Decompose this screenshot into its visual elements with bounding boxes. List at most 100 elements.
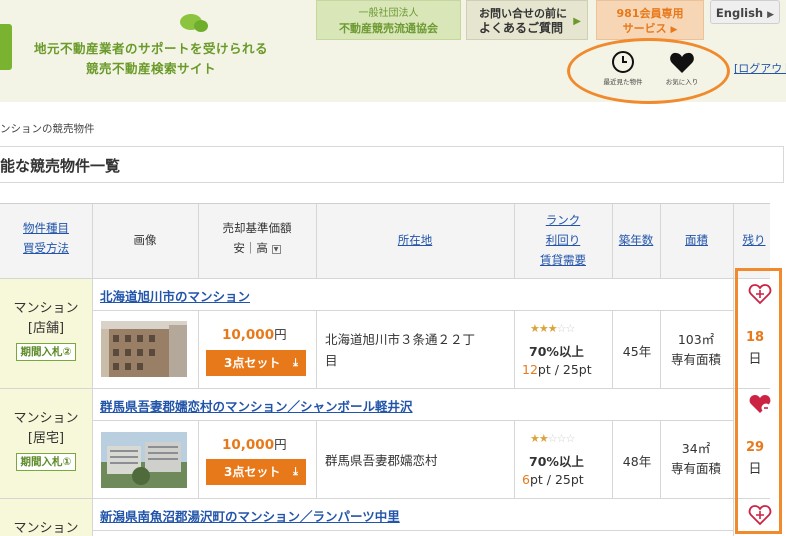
table-divider	[612, 310, 613, 388]
listing-2-price: 10,000円	[222, 434, 287, 453]
listing-2-price-value: 10,000	[222, 437, 275, 453]
faq-label: よくあるご質問	[479, 21, 564, 35]
listing-2-thumbnail[interactable]	[101, 432, 187, 488]
table-divider	[733, 204, 734, 536]
listing-1-title-link[interactable]: 北海道旭川市のマンション	[100, 286, 250, 305]
table-divider	[612, 420, 613, 498]
arrow-right-icon: ▶	[767, 10, 775, 20]
price-header-label: 売却基準価額	[222, 221, 292, 235]
listing-2-address: 群馬県吾妻郡嬬恋村	[325, 450, 438, 471]
price-sort-toggle[interactable]: 安｜高	[233, 241, 268, 255]
listing-1-rental-demand: 12pt / 25pt	[522, 362, 592, 377]
table-divider	[612, 204, 613, 278]
listing-2-area: 34㎡ 専有面積	[662, 439, 730, 479]
breadcrumb[interactable]: ンションの競売物件	[0, 121, 95, 136]
table-divider	[514, 204, 515, 278]
english-button[interactable]: English ▶	[710, 0, 780, 24]
listing-2-points-suffix: pt / 25pt	[529, 472, 584, 487]
annotation-rectangle	[735, 268, 782, 534]
listing-2-type-cell: マンション [居宅] 期間入札①	[0, 389, 92, 498]
star-filled-icon: ★★	[530, 432, 549, 445]
column-header-age[interactable]: 築年数	[612, 230, 660, 250]
listing-1-area-value: 103㎡	[677, 332, 715, 347]
listing-1-price-value: 10,000	[222, 327, 275, 343]
listing-2-document-set-button[interactable]: 3点セット ⤓	[206, 459, 306, 485]
listing-1-price: 10,000円	[222, 324, 287, 343]
association-label: 不動産競売流通協会	[339, 22, 438, 35]
table-divider	[92, 204, 93, 536]
association-label-small: 一般社団法人	[358, 8, 419, 19]
listing-2-rental-demand: 6pt / 25pt	[522, 472, 584, 487]
table-divider	[0, 278, 770, 279]
star-empty-icon: ☆☆☆	[547, 432, 576, 445]
association-link[interactable]: 一般社団法人 不動産競売流通協会	[316, 0, 461, 40]
listing-1-type-cell: マンション [店舗] 期間入札②	[0, 279, 92, 388]
star-empty-icon: ☆☆	[556, 322, 576, 335]
yield-header-label[interactable]: 利回り	[514, 230, 612, 250]
listing-3-type-cell: マンション	[0, 499, 92, 536]
faq-link[interactable]: お問い合せの前に よくあるご質問 ▶	[466, 0, 588, 40]
listing-2-document-set-label: 3点セット	[224, 465, 281, 479]
rental-demand-header-label[interactable]: 賃貸需要	[514, 250, 612, 270]
rank-header-label[interactable]: ランク	[514, 210, 612, 230]
column-header-area[interactable]: 面積	[660, 230, 733, 250]
sort-dropdown-icon[interactable]: ▼	[271, 245, 281, 254]
site-logo[interactable]	[0, 24, 12, 70]
table-divider	[660, 420, 661, 498]
table-divider	[198, 420, 199, 498]
listing-1-thumbnail[interactable]	[101, 321, 187, 377]
table-divider	[660, 310, 661, 388]
listing-1-document-set-label: 3点セット	[224, 356, 281, 370]
listing-2-age: 48年	[622, 454, 652, 469]
listing-1-subtype: [店舗]	[27, 321, 65, 336]
column-header-image: 画像	[133, 233, 157, 247]
column-header-type[interactable]: 物件種目 買受方法	[0, 218, 92, 258]
listing-2-yield: 70%以上	[529, 454, 584, 469]
table-divider	[0, 388, 770, 389]
listing-1-address-line2: 目	[325, 353, 338, 368]
listing-1-area: 103㎡ 専有面積	[662, 330, 730, 370]
site-tagline: 地元不動産業者のサポートを受けられる	[34, 41, 269, 56]
listing-1-area-type: 専有面積	[670, 352, 721, 367]
listing-2-bid-method-badge: 期間入札①	[15, 453, 77, 471]
site-header: 地元不動産業者のサポートを受けられる 競売不動産検索サイト 一般社団法人 不動産…	[0, 0, 786, 104]
download-icon: ⤓	[293, 465, 298, 478]
bid-method-header-label[interactable]: 買受方法	[0, 238, 92, 258]
table-divider	[92, 530, 733, 531]
table-divider	[0, 498, 770, 499]
listing-2-points: 6	[522, 472, 530, 487]
column-header-price: 売却基準価額 安｜高 ▼	[198, 218, 316, 258]
column-header-rank[interactable]: ランク 利回り 賃貸需要	[514, 210, 612, 270]
listing-3-title-link[interactable]: 新潟県南魚沼郡湯沢町のマンション／ランパーツ中里	[100, 506, 400, 525]
table-divider	[198, 310, 199, 388]
listing-2-title-link[interactable]: 群馬県吾妻郡嬬恋村のマンション／シャンボール軽井沢	[100, 396, 413, 415]
listing-1-bid-method-badge: 期間入札②	[15, 343, 77, 361]
table-divider	[316, 420, 317, 498]
star-filled-icon: ★★★	[530, 322, 558, 335]
table-divider	[198, 204, 199, 278]
listing-1-document-set-button[interactable]: 3点セット ⤓	[206, 350, 306, 376]
table-divider	[92, 310, 733, 311]
member-service-link[interactable]: 981会員専用 サービス ▶	[596, 0, 704, 40]
site-subtitle: 競売不動産検索サイト	[86, 61, 217, 76]
page-root: 地元不動産業者のサポートを受けられる 競売不動産検索サイト 一般社団法人 不動産…	[0, 0, 786, 536]
arrow-right-icon: ▶	[573, 16, 581, 27]
listing-2-area-type: 専有面積	[670, 461, 721, 476]
listing-1-age: 45年	[622, 344, 652, 359]
listing-1-points-suffix: pt / 25pt	[537, 362, 592, 377]
listing-1-price-unit: 円	[274, 327, 287, 342]
table-divider	[660, 204, 661, 278]
listing-1-yield: 70%以上	[529, 344, 584, 359]
column-header-remaining[interactable]: 残り	[733, 230, 775, 250]
table-divider	[514, 420, 515, 498]
listing-3-type: マンション	[13, 521, 79, 536]
member-label: サービス	[622, 22, 667, 35]
table-divider	[316, 310, 317, 388]
table-divider	[92, 420, 733, 421]
logout-link[interactable]: [ログアウト]	[734, 60, 786, 76]
listing-2-type: マンション	[13, 411, 79, 426]
listing-2-subtype: [居宅]	[27, 431, 65, 446]
column-header-address[interactable]: 所在地	[316, 230, 514, 250]
type-header-label[interactable]: 物件種目	[0, 218, 92, 238]
faq-label-small: お問い合せの前に	[479, 7, 567, 20]
